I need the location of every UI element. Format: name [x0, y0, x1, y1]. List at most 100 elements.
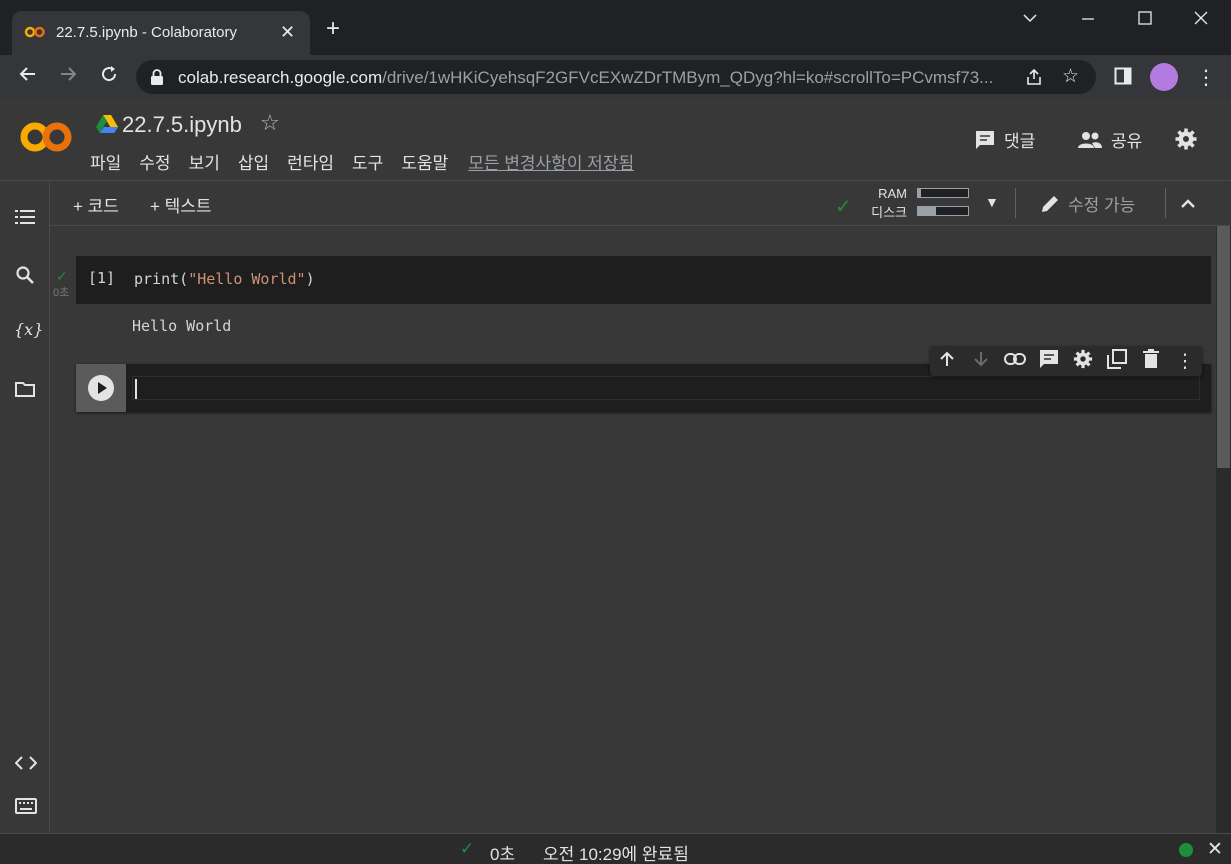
add-text-button[interactable]: + 텍스트	[150, 192, 212, 217]
code-editor-empty[interactable]	[132, 376, 1200, 400]
scrollbar-thumb[interactable]	[1217, 226, 1230, 468]
move-cell-down-icon[interactable]	[964, 350, 998, 373]
command-palette-icon[interactable]	[15, 798, 37, 814]
window-close-icon[interactable]	[1193, 10, 1209, 31]
code-editor[interactable]: print("Hello World")	[134, 270, 315, 288]
tab-strip: 22.7.5.ipynb - Colaboratory ✕ +	[0, 0, 1231, 55]
ram-label: RAM	[878, 186, 907, 201]
run-cell-button[interactable]	[88, 375, 114, 401]
tab-title: 22.7.5.ipynb - Colaboratory	[56, 24, 237, 41]
files-folder-icon[interactable]	[15, 380, 35, 398]
status-bar: ✓ 0초 오전 10:29에 완료됨 ✕	[0, 833, 1231, 864]
cell-settings-gear-icon[interactable]	[1066, 349, 1100, 374]
forward-arrow-icon[interactable]	[58, 64, 78, 90]
cell-output: Hello World	[132, 317, 232, 335]
reload-icon[interactable]	[99, 64, 119, 90]
tab-close-icon[interactable]: ✕	[280, 22, 295, 43]
notebook-toolbar: + 코드 + 텍스트 ✓ RAM 디스크 ▼ 수정 가능	[50, 182, 1231, 226]
new-tab-button[interactable]: +	[326, 17, 340, 41]
execution-time: 0초	[53, 287, 70, 299]
share-button[interactable]: 공유	[1077, 127, 1142, 152]
code-close: )	[305, 270, 315, 288]
side-panel-icon[interactable]	[1114, 67, 1132, 85]
colab-header: 22.7.5.ipynb ☆ 파일 수정 보기 삽입 런타임 도구 도움말 모든…	[0, 99, 1231, 181]
text-cursor	[135, 379, 137, 399]
comment-label: 댓글	[1004, 132, 1036, 151]
ram-usage-bar	[917, 188, 969, 198]
resource-dropdown-caret-icon[interactable]: ▼	[985, 194, 999, 210]
link-to-cell-icon[interactable]	[998, 352, 1032, 371]
vertical-scrollbar[interactable]	[1216, 226, 1231, 833]
connection-status-dot[interactable]	[1179, 843, 1193, 857]
comment-icon	[976, 130, 994, 149]
search-icon[interactable]	[15, 265, 35, 285]
url-path: /drive/1wHKiCyehsqF2GFVcEXwZDrTMBym_QDyg…	[382, 68, 994, 87]
star-notebook-icon[interactable]: ☆	[260, 110, 280, 136]
run-cell-area	[76, 364, 126, 412]
lock-icon[interactable]	[150, 68, 164, 86]
execution-count[interactable]: [1]	[88, 269, 115, 287]
bookmark-star-icon[interactable]: ☆	[1062, 65, 1079, 88]
share-page-icon[interactable]	[1024, 67, 1044, 87]
comment-button[interactable]: 댓글	[974, 127, 1035, 152]
back-arrow-icon[interactable]	[18, 64, 38, 90]
toolbar-divider	[1015, 188, 1016, 218]
code-function: print(	[134, 270, 189, 288]
menu-help[interactable]: 도움말	[401, 149, 448, 174]
code-snippets-icon[interactable]	[15, 755, 37, 771]
menu-view[interactable]: 보기	[189, 149, 220, 174]
menu-runtime[interactable]: 런타임	[287, 149, 334, 174]
settings-gear-icon[interactable]	[1175, 128, 1197, 150]
pencil-icon	[1042, 195, 1058, 212]
colab-logo-icon[interactable]	[20, 119, 72, 155]
menu-insert[interactable]: 삽입	[238, 149, 269, 174]
minimize-icon[interactable]	[1080, 10, 1096, 31]
mirror-cell-icon[interactable]	[1100, 348, 1134, 374]
run-duration: 0초	[490, 845, 516, 864]
share-label: 공유	[1111, 132, 1143, 151]
disk-usage-fill	[918, 207, 936, 215]
close-status-icon[interactable]: ✕	[1207, 838, 1223, 861]
browser-window: 22.7.5.ipynb - Colaboratory ✕ + colab.re…	[0, 0, 1231, 864]
completed-check-icon: ✓	[460, 839, 475, 858]
move-cell-up-icon[interactable]	[930, 350, 964, 373]
save-status[interactable]: 모든 변경사항이 저장됨	[468, 149, 634, 174]
navigation-bar: colab.research.google.com/drive/1wHKiCye…	[0, 55, 1231, 99]
maximize-icon[interactable]	[1137, 10, 1153, 31]
browser-menu-icon[interactable]: ⋮	[1196, 65, 1216, 90]
tab-search-chevron-icon[interactable]	[1022, 10, 1038, 31]
disk-usage-bar	[917, 206, 969, 216]
notebook-area: ✓ 0초 [1] print("Hello World") Hello Worl…	[50, 226, 1215, 833]
add-code-button[interactable]: + 코드	[73, 192, 119, 217]
executed-check-icon: ✓	[56, 268, 68, 284]
toolbar-divider	[1165, 188, 1166, 218]
cell-toolbar: ⋮	[930, 346, 1202, 376]
ram-usage-fill	[918, 189, 921, 197]
delete-cell-trash-icon[interactable]	[1134, 348, 1168, 374]
browser-tab[interactable]: 22.7.5.ipynb - Colaboratory ✕	[12, 11, 310, 55]
left-sidebar: {x}	[0, 182, 50, 833]
more-actions-kebab-icon[interactable]: ⋮	[1168, 350, 1202, 373]
code-string: "Hello World"	[188, 270, 306, 288]
address-bar[interactable]: colab.research.google.com/drive/1wHKiCye…	[136, 60, 1096, 94]
notebook-title[interactable]: 22.7.5.ipynb	[122, 112, 242, 138]
menu-edit[interactable]: 수정	[139, 149, 170, 174]
google-drive-icon[interactable]	[96, 114, 118, 134]
profile-avatar[interactable]	[1150, 63, 1178, 91]
disk-label: 디스크	[871, 205, 907, 220]
menu-tools[interactable]: 도구	[352, 149, 383, 174]
url-text[interactable]: colab.research.google.com/drive/1wHKiCye…	[178, 68, 1018, 88]
variables-icon[interactable]: {x}	[14, 320, 43, 339]
menu-bar: 파일 수정 보기 삽입 런타임 도구 도움말 모든 변경사항이 저장됨	[90, 149, 652, 174]
menu-file[interactable]: 파일	[90, 149, 121, 174]
table-of-contents-icon[interactable]	[15, 208, 35, 226]
edit-mode-button[interactable]: 수정 가능	[1040, 191, 1135, 216]
colab-favicon-icon	[24, 26, 45, 38]
url-host: colab.research.google.com	[178, 68, 383, 87]
collapse-header-chevron-icon[interactable]	[1178, 188, 1198, 218]
people-icon	[1078, 131, 1102, 148]
add-comment-icon[interactable]	[1032, 349, 1066, 374]
connected-check-icon: ✓	[835, 196, 852, 218]
code-cell[interactable]: [1] print("Hello World")	[76, 256, 1211, 304]
completion-time: 오전 10:29에 완료됨	[543, 845, 689, 864]
